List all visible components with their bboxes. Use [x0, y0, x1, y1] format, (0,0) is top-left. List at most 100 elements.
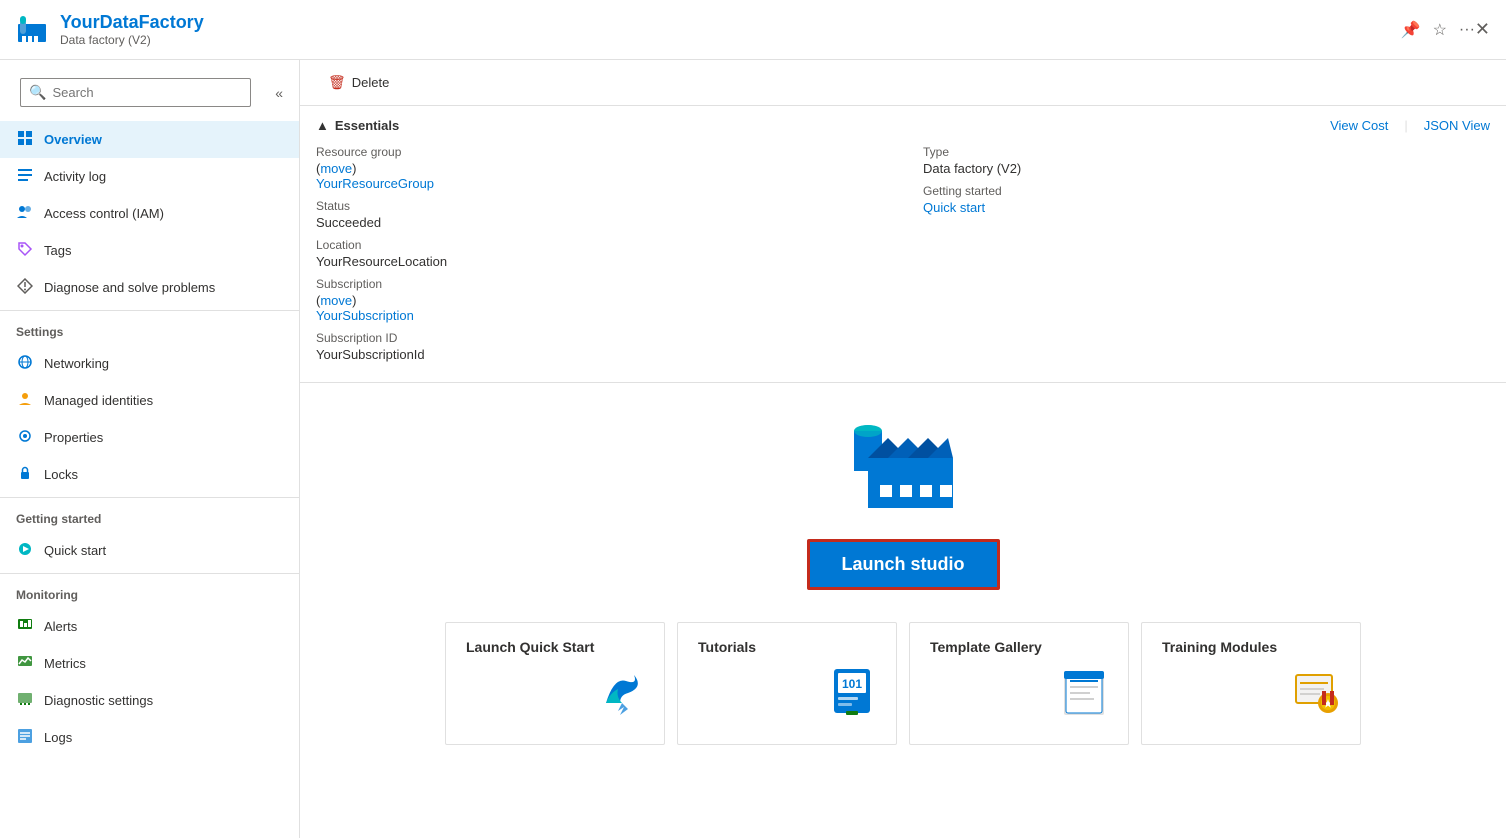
sidebar-item-activity-log[interactable]: Activity log — [0, 158, 299, 195]
metrics-label: Metrics — [44, 656, 86, 671]
logs-label: Logs — [44, 730, 72, 745]
subscription-id-item: Subscription ID YourSubscriptionId — [316, 331, 883, 362]
card-template-gallery[interactable]: Template Gallery — [909, 622, 1129, 745]
activity-log-icon — [16, 167, 34, 186]
card-training-modules-icon: ★ — [1292, 667, 1340, 724]
app-subtitle: Data factory (V2) — [60, 33, 1385, 47]
essentials-actions: View Cost | JSON View — [1330, 118, 1490, 133]
sidebar-item-properties[interactable]: Properties — [0, 419, 299, 456]
cards-row: Launch Quick Start Tutorials — [353, 622, 1453, 745]
subscription-label: Subscription — [316, 277, 883, 291]
sidebar-item-managed-identities[interactable]: Managed identities — [0, 382, 299, 419]
content-area: 🗑 Delete ▲ Essentials View Cost | JSON V… — [300, 60, 1506, 838]
delete-button[interactable]: 🗑 Delete — [316, 68, 401, 97]
collapse-sidebar-button[interactable]: « — [267, 83, 291, 103]
card-launch-quick-start[interactable]: Launch Quick Start — [445, 622, 665, 745]
diagnostic-settings-label: Diagnostic settings — [44, 693, 153, 708]
subscription-move-link[interactable]: move — [320, 293, 352, 308]
alerts-icon — [16, 617, 34, 636]
access-control-icon — [16, 204, 34, 223]
sidebar-item-quick-start[interactable]: Quick start — [0, 532, 299, 569]
tags-icon — [16, 241, 34, 260]
search-input[interactable] — [52, 85, 242, 100]
sidebar-item-alerts[interactable]: Alerts — [0, 608, 299, 645]
locks-label: Locks — [44, 467, 78, 482]
card-tutorials[interactable]: Tutorials 101 — [677, 622, 897, 745]
settings-section-label: Settings — [0, 310, 299, 345]
getting-started-section-label: Getting started — [0, 497, 299, 532]
favorite-icon[interactable]: ☆ — [1433, 20, 1447, 40]
search-bar[interactable]: 🔍 — [20, 78, 251, 107]
card-training-modules-title: Training Modules — [1162, 639, 1277, 655]
networking-label: Networking — [44, 356, 109, 371]
svg-text:101: 101 — [842, 677, 862, 691]
top-actions: 📌 ☆ ··· — [1401, 20, 1475, 40]
quick-start-value: Quick start — [923, 200, 1490, 215]
essentials-header: ▲ Essentials View Cost | JSON View — [316, 118, 1490, 133]
close-button[interactable]: ✕ — [1475, 19, 1490, 40]
delete-label: Delete — [352, 75, 390, 90]
sidebar-item-networking[interactable]: Networking — [0, 345, 299, 382]
getting-started-item: Getting started Quick start — [923, 184, 1490, 215]
card-tutorials-icon: 101 — [828, 667, 876, 724]
card-template-gallery-icon — [1060, 667, 1108, 724]
subscription-value: (move) YourSubscription — [316, 293, 883, 323]
pin-icon[interactable]: 📌 — [1401, 20, 1421, 40]
essentials-grid: Resource group (move) YourResourceGroup … — [316, 145, 1490, 370]
location-label: Location — [316, 238, 883, 252]
main-content: Launch studio Launch Quick Start — [300, 383, 1506, 765]
launch-studio-button[interactable]: Launch studio — [807, 539, 1000, 590]
delete-icon: 🗑 — [328, 74, 346, 91]
essentials-collapse-icon[interactable]: ▲ — [316, 118, 329, 133]
view-cost-link[interactable]: View Cost — [1330, 118, 1388, 133]
quick-start-link[interactable]: Quick start — [923, 200, 985, 215]
card-launch-quick-start-icon — [596, 667, 644, 724]
sidebar-item-locks[interactable]: Locks — [0, 456, 299, 493]
resource-group-value: (move) YourResourceGroup — [316, 161, 883, 191]
card-launch-quick-start-title: Launch Quick Start — [466, 639, 594, 655]
sidebar-item-overview[interactable]: Overview — [0, 121, 299, 158]
resource-group-link[interactable]: YourResourceGroup — [316, 176, 434, 191]
factory-icon — [838, 413, 968, 523]
sidebar-item-logs[interactable]: Logs — [0, 719, 299, 756]
overview-label: Overview — [44, 132, 102, 147]
subscription-id-value: YourSubscriptionId — [316, 347, 883, 362]
type-item: Type Data factory (V2) — [923, 145, 1490, 176]
sidebar-item-tags[interactable]: Tags — [0, 232, 299, 269]
toolbar: 🗑 Delete — [300, 60, 1506, 106]
tags-label: Tags — [44, 243, 71, 258]
status-item: Status Succeeded — [316, 199, 883, 230]
sidebar-item-access-control[interactable]: Access control (IAM) — [0, 195, 299, 232]
resource-group-move-link[interactable]: move — [320, 161, 352, 176]
metrics-icon — [16, 654, 34, 673]
card-template-gallery-title: Template Gallery — [930, 639, 1042, 655]
location-item: Location YourResourceLocation — [316, 238, 883, 269]
more-options-icon[interactable]: ··· — [1459, 21, 1475, 39]
quick-start-icon — [16, 541, 34, 560]
sidebar-item-metrics[interactable]: Metrics — [0, 645, 299, 682]
getting-started-essentials-label: Getting started — [923, 184, 1490, 198]
status-label: Status — [316, 199, 883, 213]
sidebar-item-diagnostic-settings[interactable]: Diagnostic settings — [0, 682, 299, 719]
essentials-divider: | — [1404, 118, 1407, 133]
sidebar-nav: Overview Activity log Access control (IA… — [0, 121, 299, 838]
diagnose-icon — [16, 278, 34, 297]
json-view-link[interactable]: JSON View — [1424, 118, 1490, 133]
status-value: Succeeded — [316, 215, 883, 230]
resource-group-label: Resource group — [316, 145, 883, 159]
sidebar: 🔍 « Overview Activity log — [0, 60, 300, 838]
app-icon — [16, 14, 48, 46]
subscription-item: Subscription (move) YourSubscription — [316, 277, 883, 323]
properties-icon — [16, 428, 34, 447]
sidebar-item-diagnose[interactable]: Diagnose and solve problems — [0, 269, 299, 306]
type-label: Type — [923, 145, 1490, 159]
essentials-left-column: Resource group (move) YourResourceGroup … — [316, 145, 883, 370]
app-title: YourDataFactory — [60, 12, 1385, 33]
location-value: YourResourceLocation — [316, 254, 883, 269]
diagnose-label: Diagnose and solve problems — [44, 280, 215, 295]
card-training-modules[interactable]: Training Modules ★ — [1141, 622, 1361, 745]
subscription-link[interactable]: YourSubscription — [316, 308, 414, 323]
monitoring-section-label: Monitoring — [0, 573, 299, 608]
factory-icon-area — [838, 413, 968, 523]
main-layout: 🔍 « Overview Activity log — [0, 60, 1506, 838]
